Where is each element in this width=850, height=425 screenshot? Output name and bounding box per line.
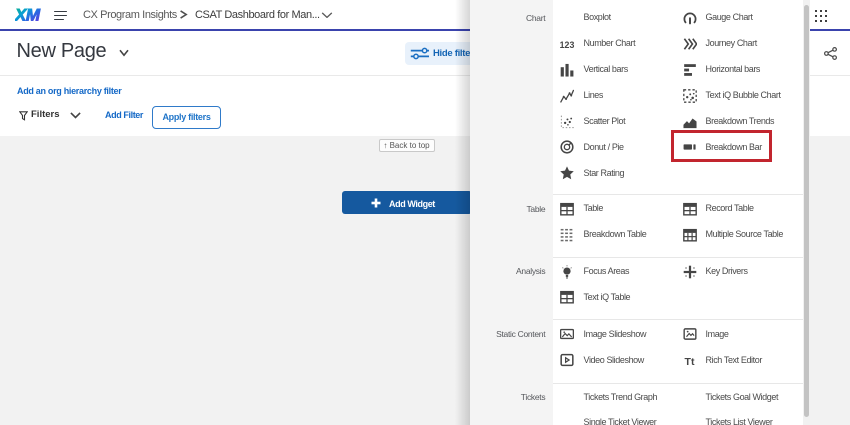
svg-text:XM: XM — [15, 7, 41, 24]
